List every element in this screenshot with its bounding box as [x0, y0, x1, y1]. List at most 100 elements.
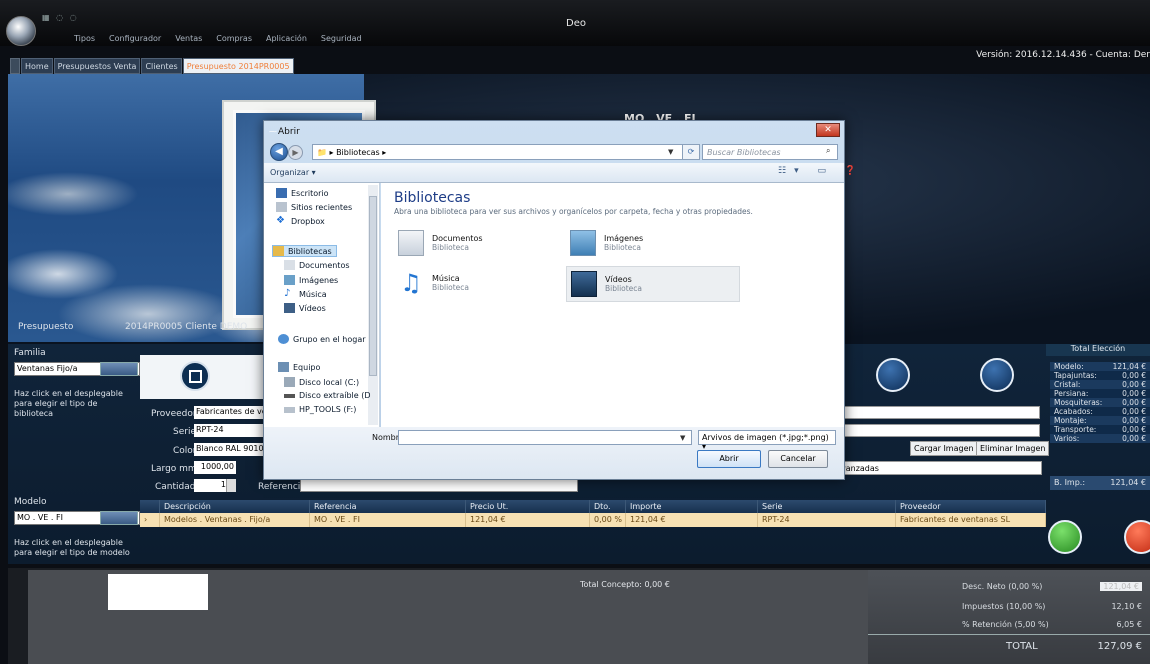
modelo-dropdown-button[interactable] [100, 511, 138, 525]
col-importe[interactable]: Importe [626, 500, 758, 513]
cargar-imagen-button[interactable]: Cargar Imagen [910, 441, 978, 456]
refresh-icon[interactable]: ⟳ [682, 144, 700, 160]
close-icon[interactable]: ✕ [816, 123, 840, 137]
nav-videos[interactable]: Vídeos [284, 303, 326, 313]
menu-tipos[interactable]: Tipos [74, 34, 95, 43]
app-orb-button[interactable] [6, 16, 36, 46]
truck-icon[interactable] [876, 358, 910, 392]
organize-menu[interactable]: Organizar ▾ [270, 168, 316, 177]
library-documentos[interactable]: Documentos Biblioteca [398, 230, 483, 256]
option-combo-a[interactable] [844, 406, 1040, 419]
color-field[interactable]: Blanco RAL 9010B [194, 443, 272, 456]
nav-bibliotecas[interactable]: Bibliotecas [272, 245, 337, 257]
videos-library-icon [571, 271, 597, 297]
version-label: Versión: 2016.12.14.436 - Cuenta: Der [976, 50, 1150, 60]
dialog-content [381, 183, 844, 427]
total-concepto: Total Concepto: 0,00 € [580, 580, 670, 589]
referencia-field[interactable] [300, 479, 578, 492]
familia-dropdown-button[interactable] [100, 362, 138, 376]
col-proveedor[interactable]: Proveedor [896, 500, 1046, 513]
familia-label: Familia [14, 348, 46, 358]
dialog-title: Abrir [278, 127, 300, 137]
view-options-icons[interactable]: ☷▾ ▭ ❓ [778, 166, 864, 176]
quick-access-icons[interactable]: ▦ ◌ ◌ [42, 13, 79, 22]
hard-drive-icon [284, 377, 295, 387]
search-icon: ⌕ [826, 146, 831, 155]
documents-icon [284, 260, 295, 270]
pen-icon[interactable] [980, 358, 1014, 392]
totals-row: Tapajuntas: 0,00 € [1050, 371, 1150, 380]
menu-compras[interactable]: Compras [216, 34, 252, 43]
notes-box[interactable] [108, 574, 208, 610]
nav-disco-c[interactable]: Disco local (C:) [284, 377, 359, 387]
cantidad-stepper[interactable] [226, 479, 236, 492]
libraries-heading: Bibliotecas [394, 190, 471, 206]
tab-clientes[interactable]: Clientes [141, 58, 182, 74]
nav-dropbox[interactable]: ❖ Dropbox [276, 216, 325, 226]
nav-equipo[interactable]: Equipo [278, 362, 320, 372]
library-musica[interactable]: ♫ Música Biblioteca [398, 270, 469, 296]
modelo-help-text: Haz click en el desplegable para elegir … [14, 538, 130, 557]
nav-escritorio[interactable]: Escritorio [276, 188, 329, 198]
menu-ventas[interactable]: Ventas [175, 34, 202, 43]
desc-neto-row: Desc. Neto (0,00 %) 121,04 € [880, 582, 1150, 591]
dialog-toolbar [264, 163, 844, 183]
dialog-app-icon: ⁓ [269, 127, 277, 136]
address-dropdown-icon[interactable]: ▼ [668, 148, 673, 156]
file-type-select[interactable]: Arvivos de imagen (*.jpg;*.png) ▾ [698, 430, 836, 451]
open-button[interactable]: Abrir [697, 450, 761, 468]
nav-scrollbar-thumb[interactable] [369, 196, 377, 376]
cancel-red-button[interactable] [1124, 520, 1150, 554]
totals-row: Varios: 0,00 € [1050, 434, 1150, 443]
nav-grupo-hogar[interactable]: Grupo en el hogar [278, 334, 366, 344]
totals-row: Acabados: 0,00 € [1050, 407, 1150, 416]
eliminar-imagen-button[interactable]: Eliminar Imagen [976, 441, 1050, 456]
retencion-row: % Retención (5,00 %) 6,05 € [962, 620, 1142, 629]
nav-imagenes[interactable]: Imágenes [284, 275, 338, 285]
base-imponible-row: B. Imp.: 121,04 € [1050, 476, 1150, 490]
library-imagenes[interactable]: Imágenes Biblioteca [570, 230, 643, 256]
tab-presupuestos-venta[interactable]: Presupuestos Venta [53, 58, 141, 74]
filename-input[interactable] [398, 430, 692, 445]
col-serie[interactable]: Serie [758, 500, 896, 513]
col-precio[interactable]: Precio Ut. [466, 500, 590, 513]
removable-drive-icon [284, 393, 295, 398]
proveedor-field[interactable]: Fabricantes de ventanas SL [194, 406, 272, 419]
presupuesto-value: 2014PR0005 Cliente DEMO [125, 322, 248, 332]
largo-field[interactable]: 1000,00 [194, 461, 236, 474]
nav-hp-tools[interactable]: HP_TOOLS (F:) [284, 405, 356, 414]
menu-seguridad[interactable]: Seguridad [321, 34, 362, 43]
cancel-button[interactable]: Cancelar [768, 450, 828, 468]
forward-arrow-icon[interactable]: ▶ [288, 145, 303, 160]
address-bar[interactable]: 📁 ▸ Bibliotecas ▸ [312, 144, 684, 160]
presupuesto-label: Presupuesto [18, 322, 74, 332]
total-eleccion-title: Total Elección [1046, 344, 1150, 356]
search-input[interactable]: Buscar Bibliotecas [702, 144, 838, 160]
library-videos[interactable]: Vídeos Biblioteca [566, 266, 740, 302]
nav-musica[interactable]: ♪ Música [284, 289, 327, 299]
totals-row: Transporte: 0,00 € [1050, 425, 1150, 434]
back-arrow-icon[interactable]: ◀ [270, 143, 288, 161]
tab-home[interactable]: Home [21, 58, 53, 74]
totals-row: Cristal: 0,00 € [1050, 380, 1150, 389]
nav-documentos[interactable]: Documentos [284, 260, 350, 270]
col-referencia[interactable]: Referencia [310, 500, 466, 513]
filename-dropdown-icon[interactable]: ▼ [680, 434, 685, 442]
accept-button[interactable] [1048, 520, 1082, 554]
serie-field[interactable]: RPT-24 [194, 424, 272, 437]
menu-configurador[interactable]: Configurador [109, 34, 161, 43]
recent-places-icon [276, 202, 287, 212]
cantidad-label: Cantidad [155, 482, 196, 492]
nav-disco-d[interactable]: Disco extraíble (D [284, 391, 371, 400]
col-descripcion[interactable]: Descripción [160, 500, 310, 513]
option-combo-b[interactable] [844, 424, 1040, 437]
avanzadas-combo[interactable]: vanzadas [836, 461, 1042, 475]
music-icon: ♪ [284, 288, 291, 299]
homegroup-icon [278, 334, 289, 344]
tab-presupuesto[interactable]: Presupuesto 2014PR0005 [182, 58, 294, 74]
menu-aplicacion[interactable]: Aplicación [266, 34, 307, 43]
nav-sitios-recientes[interactable]: Sitios recientes [276, 202, 352, 212]
col-dto[interactable]: Dto. [590, 500, 626, 513]
table-row[interactable]: › Modelos . Ventanas . Fijo/a MO . VE . … [140, 513, 1046, 527]
tab-strip-handle[interactable] [10, 58, 20, 74]
